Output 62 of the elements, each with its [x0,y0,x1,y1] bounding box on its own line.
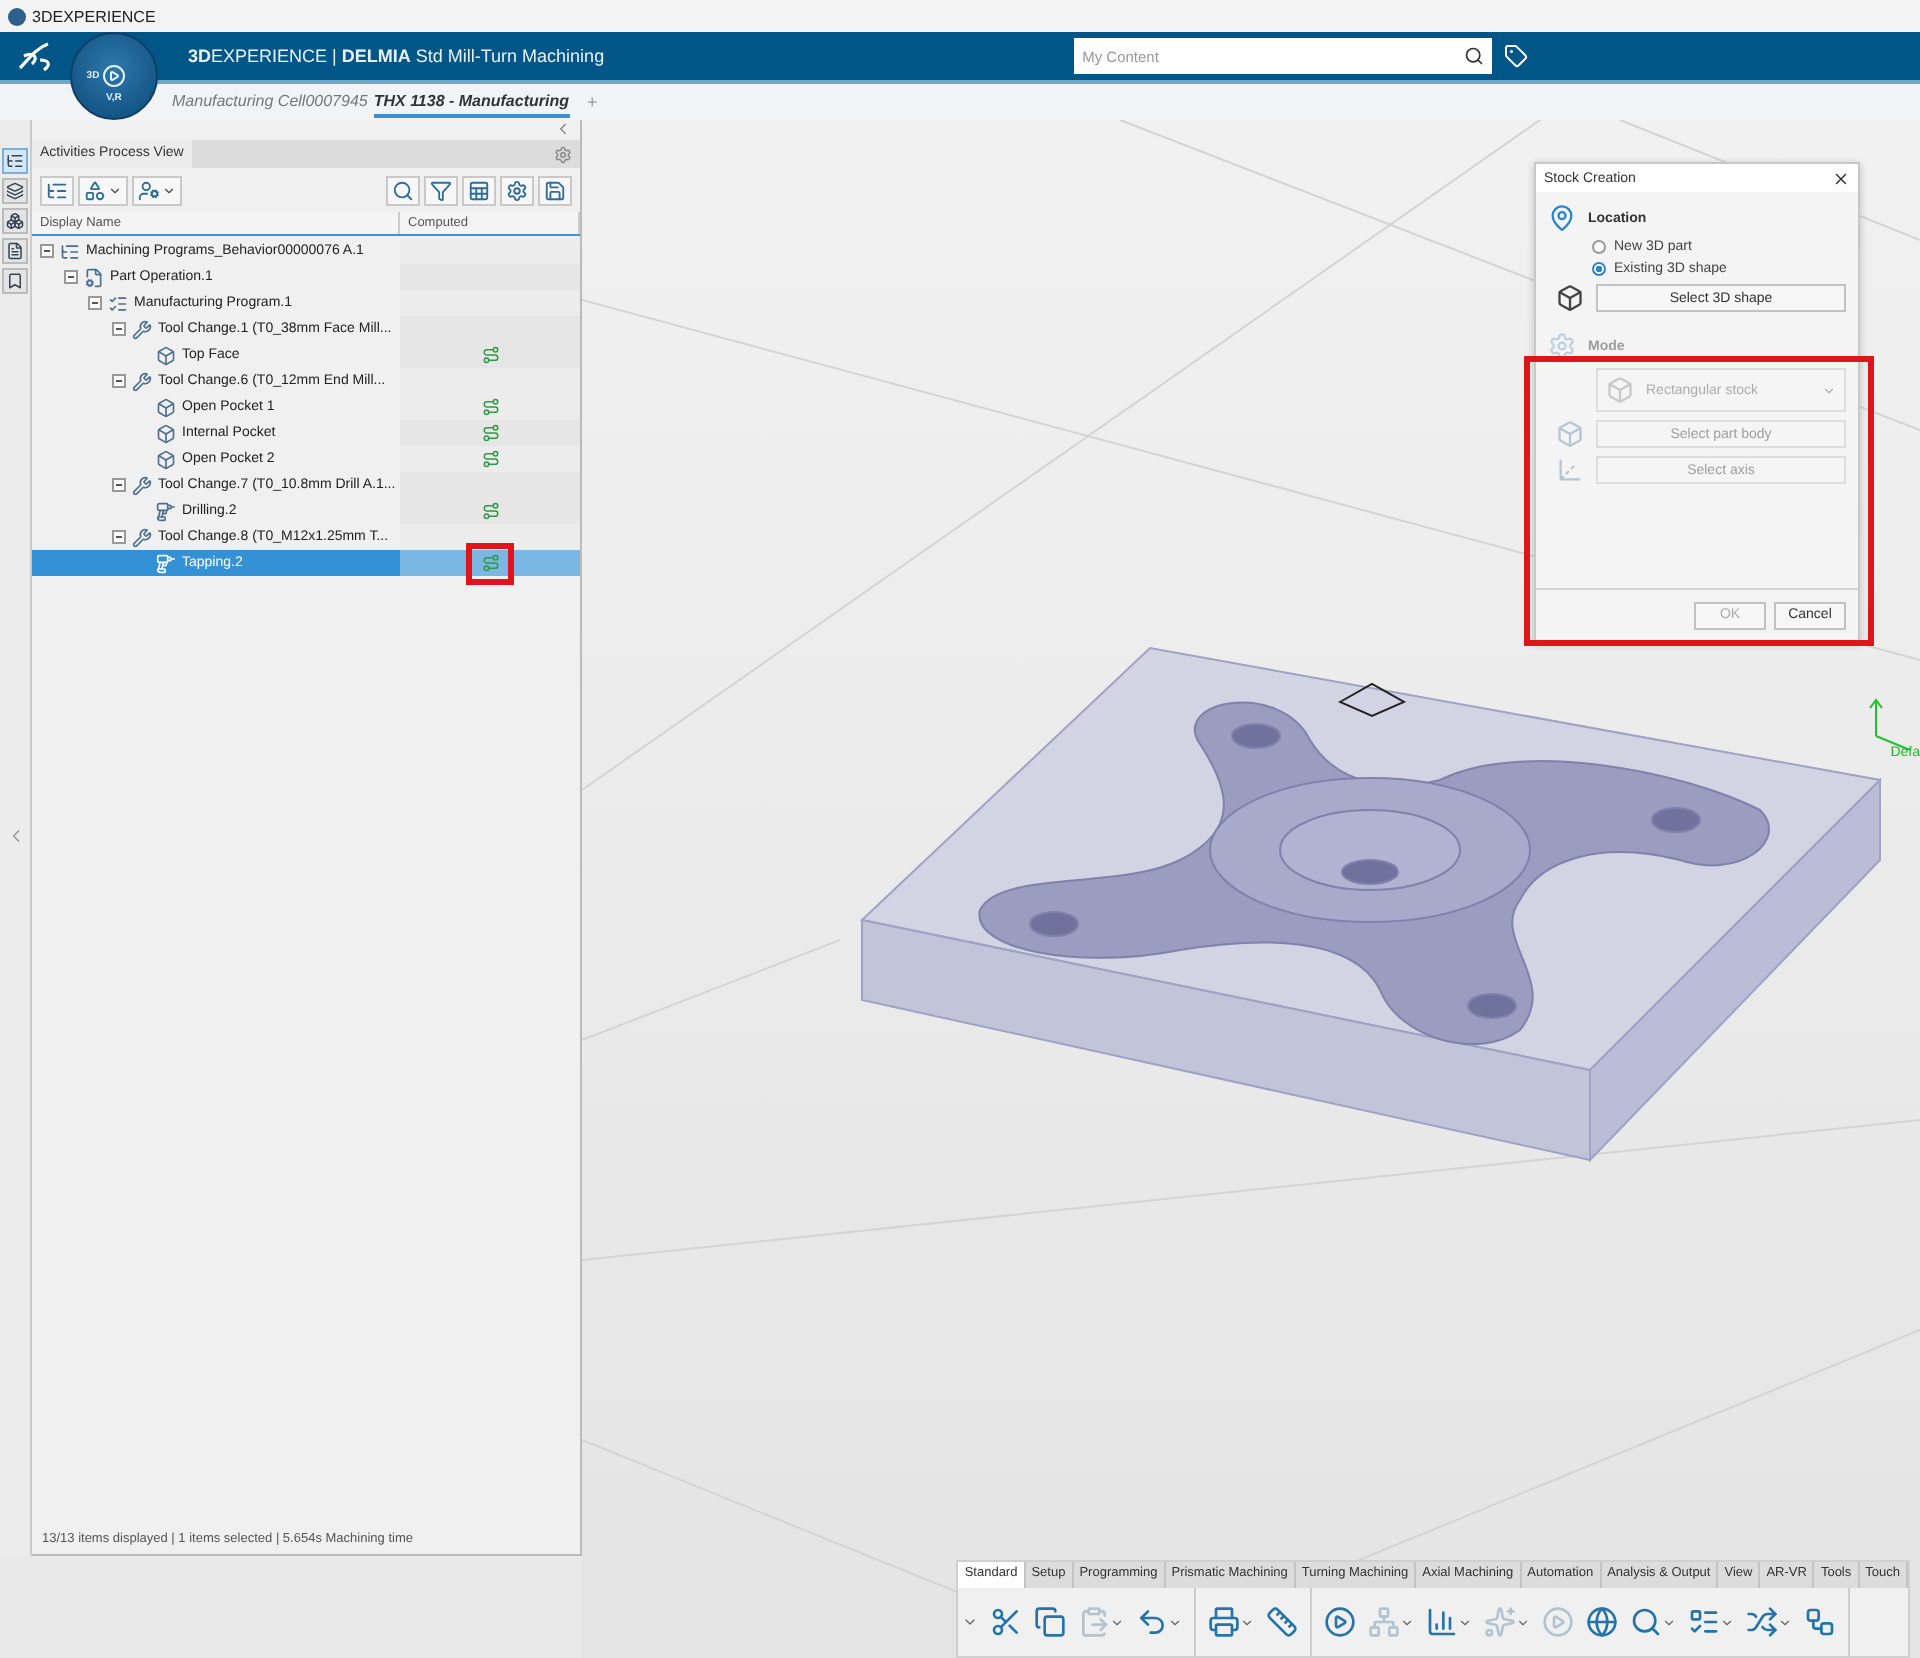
caret-icon[interactable] [108,183,122,197]
settings-button[interactable] [500,175,534,205]
settings-icon[interactable] [554,145,572,163]
search-button[interactable] [386,175,420,205]
shape-icon [1554,284,1586,312]
expand-toggle[interactable] [112,374,126,388]
expand-toggle[interactable] [112,322,126,336]
user-tool-button[interactable] [132,175,182,205]
drill-icon [156,501,176,521]
shape-tool-button[interactable] [78,175,128,205]
axis-icon [1554,456,1586,484]
expand-toggle[interactable] [112,530,126,544]
expand-toggle[interactable] [40,244,54,258]
user-icon [138,179,160,201]
save-button[interactable] [538,175,572,205]
radio-icon[interactable] [1592,262,1606,276]
sheet-button[interactable] [462,175,496,205]
caret-icon[interactable] [962,1614,979,1630]
tool-change-icon [132,475,152,495]
caret-icon [1822,383,1836,397]
side-tool-icon[interactable] [2,268,28,294]
app-title: 3DEXPERIENCE [32,7,156,25]
document-tab[interactable]: Manufacturing Cell0007945 [172,86,368,118]
tool-change-icon [132,319,152,339]
filter-button[interactable] [424,175,458,205]
chart-tool-icon[interactable] [1426,1606,1473,1638]
drill-icon [156,553,176,573]
tool-change-icon [132,527,152,547]
side-tool-icon[interactable] [2,178,28,204]
radio-icon[interactable] [1592,240,1606,254]
print-tool-icon[interactable] [1208,1606,1255,1638]
tag-icon[interactable] [1504,44,1529,68]
tree-icon [46,179,68,201]
marker-icon [1337,682,1407,718]
cube-icon [1606,376,1634,404]
search-icon[interactable] [1464,46,1485,66]
shape-icon [84,179,106,201]
tool-change-icon [132,371,152,391]
cube-icon [1554,420,1586,448]
expand-toggle[interactable] [112,478,126,492]
location-pin-icon [1548,204,1576,232]
list-tool-icon[interactable] [1688,1606,1735,1638]
play-icon[interactable] [102,64,126,88]
app-brand-title: 3DEXPERIENCE | DELMIA Std Mill-Turn Machining [188,46,605,66]
close-icon[interactable] [1832,169,1850,187]
side-tool-icon[interactable] [2,208,28,234]
hierarchy-tool-icon[interactable] [1804,1606,1837,1638]
undo-tool-icon[interactable] [1136,1606,1183,1638]
expand-toggle[interactable] [64,270,78,284]
globe-tool-icon[interactable] [1586,1606,1619,1638]
side-tool-icon[interactable] [2,148,28,174]
logo-icon [16,40,56,72]
app-icon [8,7,26,25]
collapse-icon[interactable] [554,120,572,138]
tree-tool-button[interactable] [40,175,74,205]
caret-icon[interactable] [162,183,176,197]
expand-toggle[interactable] [88,296,102,310]
cut-tool-icon[interactable] [990,1606,1023,1638]
side-tool-icon[interactable] [2,238,28,264]
copy-tool-icon[interactable] [1034,1606,1067,1638]
gear-icon [1548,332,1576,360]
measure-tool-icon[interactable] [1266,1606,1299,1638]
